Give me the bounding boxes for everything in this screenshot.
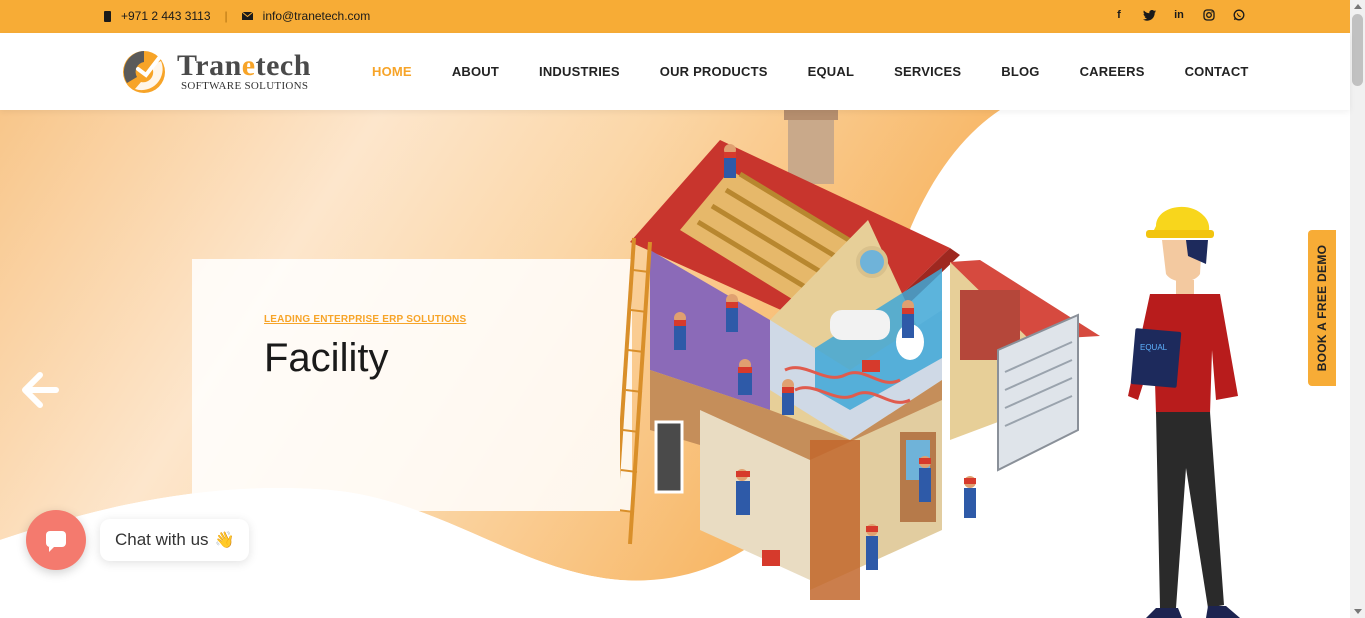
logo-tagline: SOFTWARE SOLUTIONS [181,80,309,92]
chat-launcher-button[interactable] [26,510,86,570]
nav-our-products[interactable]: OUR PRODUCTS [660,64,768,79]
house-illustration [620,110,1100,600]
twitter-icon[interactable] [1142,8,1156,22]
main-navbar: Tranetech SOFTWARE SOLUTIONS HOME ABOUT … [0,33,1350,110]
prev-slide-arrow-icon[interactable] [20,371,60,409]
nav-about[interactable]: ABOUT [452,64,499,79]
nav-contact[interactable]: CONTACT [1185,64,1249,79]
facebook-icon[interactable]: f [1112,8,1126,22]
page-scrollbar[interactable] [1350,0,1365,618]
scroll-up-arrow-icon[interactable] [1354,4,1362,9]
nav-services[interactable]: SERVICES [894,64,961,79]
phone-icon [104,10,111,22]
hero-text-card [192,259,632,511]
nav-equal[interactable]: EQUAL [808,64,855,79]
logo-wordmark: Tranetech [177,49,311,82]
scroll-down-arrow-icon[interactable] [1354,609,1362,614]
chat-bubble-icon [46,531,66,552]
chat-label: Chat with us [115,530,209,549]
primary-menu: HOME ABOUT INDUSTRIES OUR PRODUCTS EQUAL… [372,64,1289,79]
divider: | [224,9,228,23]
logo-mark-icon [123,51,165,93]
wave-emoji-icon: 👋 [214,532,235,549]
contact-info: +971 2 443 3113 | info@tranetech.com [104,9,370,23]
scrollbar-thumb[interactable] [1352,14,1363,86]
instagram-icon[interactable] [1202,8,1216,22]
linkedin-icon[interactable]: in [1172,8,1186,22]
tranetech-logo[interactable]: Tranetech SOFTWARE SOLUTIONS [121,47,321,97]
book-demo-tab[interactable]: BOOK A FREE DEMO [1308,230,1336,386]
email-link[interactable]: info@tranetech.com [263,9,371,23]
hero-headline: Facility [264,336,389,380]
social-links: f in [1112,8,1246,22]
nav-careers[interactable]: CAREERS [1080,64,1145,79]
top-bar: +971 2 443 3113 | info@tranetech.com f i… [0,0,1350,33]
clipboard-label: EQUAL [1140,343,1168,352]
hero-eyebrow[interactable]: LEADING ENTERPRISE ERP SOLUTIONS [264,314,466,325]
nav-blog[interactable]: BLOG [1001,64,1039,79]
phone-number[interactable]: +971 2 443 3113 [121,9,211,23]
whatsapp-icon[interactable] [1232,8,1246,22]
book-demo-label: BOOK A FREE DEMO [1315,244,1329,372]
nav-home[interactable]: HOME [372,64,412,79]
envelope-icon [241,12,253,20]
nav-industries[interactable]: INDUSTRIES [539,64,620,79]
engineer-illustration: EQUAL [1128,206,1240,618]
chat-greeting[interactable]: Chat with us 👋 [100,519,250,561]
